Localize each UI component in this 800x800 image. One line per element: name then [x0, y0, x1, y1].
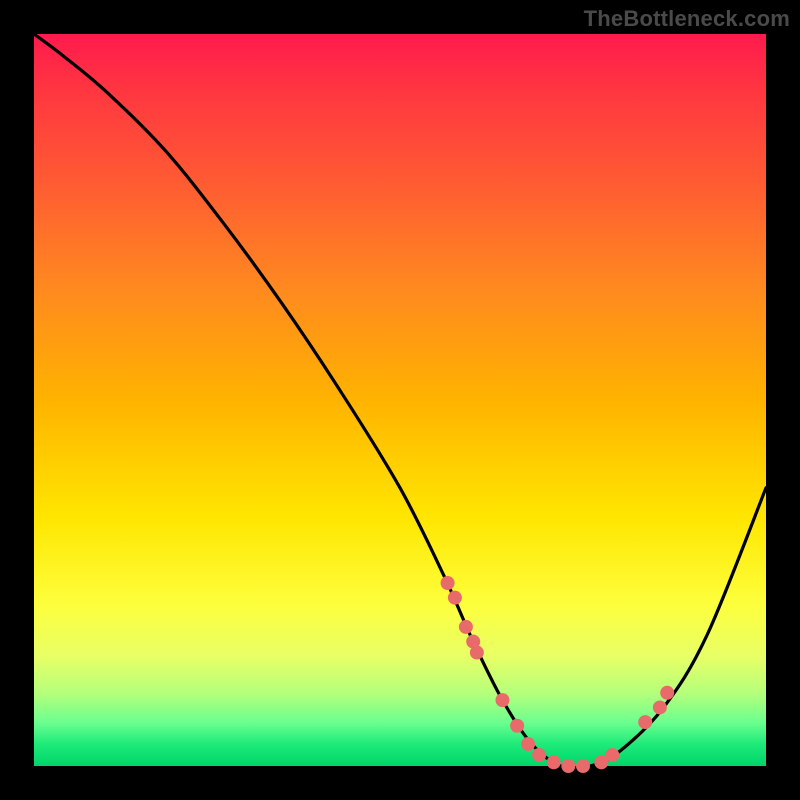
data-marker: [605, 748, 619, 762]
data-marker: [510, 719, 524, 733]
data-marker: [576, 759, 590, 773]
chart-svg: [34, 34, 766, 766]
data-marker: [653, 700, 667, 714]
plot-area: [34, 34, 766, 766]
data-marker: [521, 737, 535, 751]
chart-frame: TheBottleneck.com: [0, 0, 800, 800]
data-marker: [532, 748, 546, 762]
data-marker: [495, 693, 509, 707]
data-marker: [660, 686, 674, 700]
data-markers: [441, 576, 675, 773]
data-marker: [448, 591, 462, 605]
watermark-text: TheBottleneck.com: [584, 6, 790, 32]
data-marker: [459, 620, 473, 634]
data-marker: [638, 715, 652, 729]
data-marker: [561, 759, 575, 773]
data-marker: [441, 576, 455, 590]
bottleneck-curve: [34, 34, 766, 768]
data-marker: [470, 646, 484, 660]
data-marker: [547, 755, 561, 769]
